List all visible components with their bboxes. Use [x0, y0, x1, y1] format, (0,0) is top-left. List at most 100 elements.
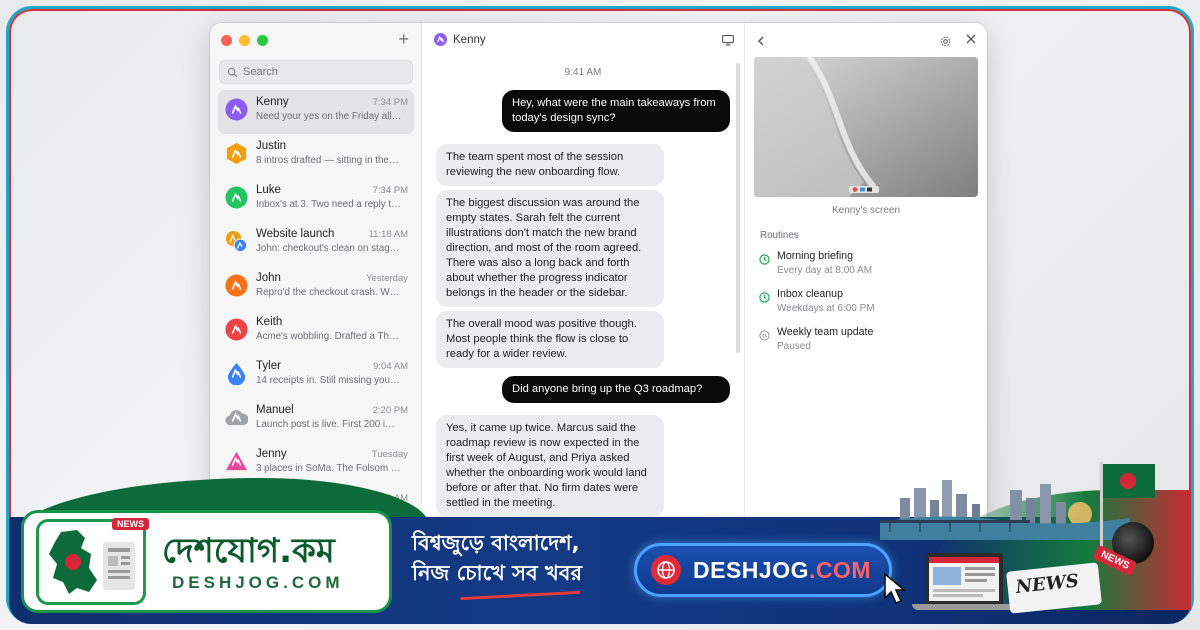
- back-chevron-icon[interactable]: [757, 33, 765, 49]
- chat-list: Kenny 7:34 PM Need your yes on the Friday …: [218, 90, 414, 530]
- chat-name: Justin: [256, 140, 287, 152]
- routine-item[interactable]: Weekly team update Paused: [759, 326, 873, 352]
- laptop-image: [925, 553, 1003, 605]
- search-input[interactable]: [243, 66, 403, 78]
- chat-preview: Acme's wobbling. Drafted a Th…: [256, 331, 399, 342]
- chat-item-tyler[interactable]: Tyler 9:04 AM 14 receipts in. Still missin…: [218, 354, 414, 398]
- avatar: [225, 142, 248, 165]
- details-panel: Kenny's screen Routines Morning briefing…: [745, 23, 987, 543]
- news-tag: NEWS: [112, 518, 149, 530]
- routine-text: Weekly team update Paused: [777, 326, 873, 352]
- chat-header-row: John Yesterday: [256, 272, 408, 284]
- chat-time: 2:20 PM: [372, 405, 408, 416]
- chat-preview: John: checkout's clean on stag…: [256, 243, 400, 254]
- chat-preview: Launch post is live. First 200 i…: [256, 419, 395, 430]
- close-window-button[interactable]: [221, 35, 232, 46]
- search-field[interactable]: [219, 60, 413, 84]
- chat-name: Tyler: [256, 360, 281, 372]
- chat-name: Kenny: [256, 96, 289, 108]
- chat-time: Yesterday: [366, 273, 408, 284]
- website-url-text: DESHJOG.COM: [693, 557, 871, 584]
- avatar: [225, 186, 248, 209]
- chat-item-website-launch[interactable]: Website launch 11:18 AM John: checkout's c…: [218, 222, 414, 266]
- chat-item-luke[interactable]: Luke 7:34 PM Inbox's at 3. Two need a repl…: [218, 178, 414, 222]
- chat-name: Keith: [256, 316, 283, 328]
- routine-item[interactable]: Morning briefing Every day at 8:00 AM: [759, 250, 872, 276]
- shared-screen-thumbnail[interactable]: [754, 57, 978, 197]
- mouse-cursor-icon: [884, 572, 907, 605]
- minimize-window-button[interactable]: [239, 35, 250, 46]
- chat-meta: Jenny Tuesday 3 places in SoMa. The Folsom…: [256, 448, 408, 474]
- routine-schedule: Weekdays at 6:00 PM: [777, 303, 875, 314]
- chat-item-kenny[interactable]: Kenny 7:34 PM Need your yes on the Friday …: [218, 90, 414, 134]
- tagline-line-1: বিশ্বজুড়ে বাংলাদেশ,: [412, 531, 580, 555]
- chat-header-row: Website launch 11:18 AM: [256, 228, 408, 240]
- routine-name: Weekly team update: [777, 326, 874, 338]
- chat-header-row: Luke 7:34 PM: [256, 184, 408, 196]
- message-scrollbar[interactable]: [736, 63, 740, 353]
- avatar: [225, 274, 248, 297]
- banner-tagline: বিশ্বজুড়ে বাংলাদেশ, নিজ চোখে সব খবর: [412, 528, 582, 588]
- tagline-line-2: নিজ চোখে সব খবর: [412, 561, 583, 585]
- site-logo[interactable]: NEWS দেশযোগ.কম DESHJOG.COM: [24, 513, 389, 610]
- chat-name: Luke: [256, 184, 281, 196]
- screen-caption: Kenny's screen: [831, 205, 901, 216]
- chat-preview: Inbox's at 3. Two need a reply t…: [256, 199, 401, 210]
- outgoing-message: Did anyone bring up the Q3 roadmap?: [502, 376, 730, 403]
- url-domain: .COM: [808, 556, 872, 583]
- chat-time: Tuesday: [371, 449, 408, 460]
- city-skyline-image: [880, 480, 1130, 540]
- chat-header-row: Jenny Tuesday: [256, 448, 408, 460]
- conversation-title: Kenny: [453, 33, 486, 46]
- newspaper-headline: NEWS: [1014, 570, 1080, 598]
- avatar: [225, 318, 248, 341]
- routine-text: Morning briefing Every day at 8:00 AM: [777, 250, 872, 276]
- routine-schedule: Every day at 8:00 AM: [777, 265, 873, 276]
- chat-item-keith[interactable]: Keith Acme's wobbling. Drafted a Th…: [218, 310, 414, 354]
- gear-icon[interactable]: [940, 34, 951, 52]
- avatar: [225, 362, 248, 386]
- plus-icon[interactable]: +: [398, 29, 409, 50]
- pause-icon: [759, 328, 770, 346]
- url-main: DESHJOG: [693, 556, 809, 583]
- routine-text: Inbox cleanup Weekdays at 6:00 PM: [777, 288, 875, 314]
- messaging-app-window: + Kenny 7:34 PM Need your yes on the Frida…: [210, 23, 987, 543]
- website-url-button[interactable]: DESHJOG.COM: [634, 543, 892, 597]
- chat-item-john[interactable]: John Yesterday Repro'd the checkout crash.…: [218, 266, 414, 310]
- chat-time: 7:34 PM: [372, 97, 408, 108]
- chat-meta: Website launch 11:18 AM John: checkout's c…: [256, 228, 408, 254]
- globe-icon: [651, 555, 681, 585]
- chat-name: Website launch: [256, 228, 335, 240]
- close-icon[interactable]: [966, 31, 976, 47]
- chat-preview: 8 intros drafted — sitting in the…: [256, 155, 399, 166]
- message-timestamp: 9:41 AM: [564, 67, 602, 78]
- routine-name: Morning briefing: [777, 250, 853, 262]
- logo-english-text: DESHJOG.COM: [172, 573, 344, 592]
- chat-meta: Justin 8 intros drafted — sitting in the…: [256, 140, 408, 166]
- chat-header-row: Justin: [256, 140, 408, 152]
- routine-name: Inbox cleanup: [777, 288, 843, 300]
- screen-share-icon[interactable]: [722, 33, 734, 51]
- clock-icon: [759, 290, 770, 308]
- laptop-base: [912, 604, 1016, 610]
- avatar: [225, 450, 248, 473]
- bangladesh-map-icon: [36, 519, 146, 605]
- screen-preview-image: [754, 57, 978, 197]
- chat-preview: 3 places in SoMa. The Folsom …: [256, 463, 401, 474]
- conversation-header: Kenny: [434, 33, 486, 46]
- chat-item-manuel[interactable]: Manuel 2:20 PM Launch post is live. First …: [218, 398, 414, 442]
- chat-item-justin[interactable]: Justin 8 intros drafted — sitting in the…: [218, 134, 414, 178]
- clock-icon: [759, 252, 770, 270]
- chat-name: Jenny: [256, 448, 287, 460]
- maximize-window-button[interactable]: [257, 35, 268, 46]
- laptop-screen: [929, 557, 999, 601]
- avatar: [225, 230, 248, 253]
- chat-header-row: Tyler 9:04 AM: [256, 360, 408, 372]
- routine-item[interactable]: Inbox cleanup Weekdays at 6:00 PM: [759, 288, 875, 314]
- window-controls: [221, 35, 268, 46]
- message-list: 9:41 AM Hey, what were the main takeaway…: [422, 67, 744, 521]
- chat-name: John: [256, 272, 281, 284]
- chat-meta: Manuel 2:20 PM Launch post is live. First …: [256, 404, 408, 430]
- conversation-pane: Kenny 9:41 AM Hey, what were the main ta…: [422, 23, 745, 543]
- chat-header-row: Kenny 7:34 PM: [256, 96, 408, 108]
